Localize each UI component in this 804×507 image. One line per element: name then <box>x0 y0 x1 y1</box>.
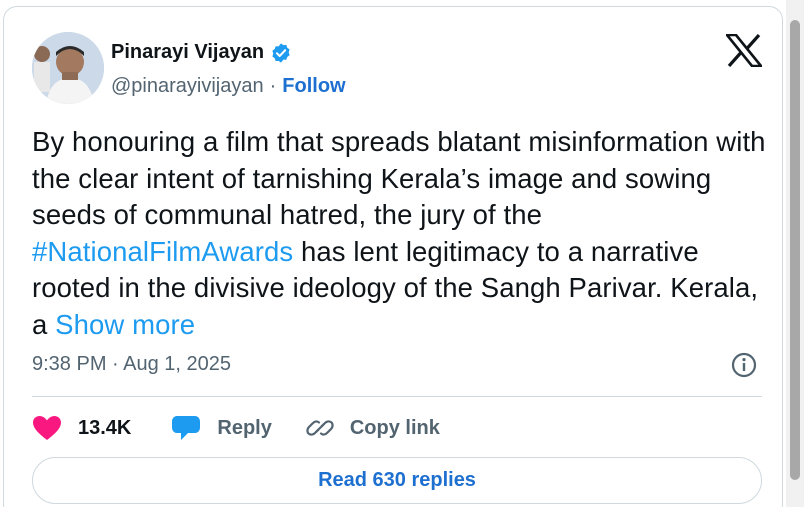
tweet-card: Pinarayi Vijayan @pinarayivijayan · Foll… <box>3 6 783 507</box>
reply-bubble-icon <box>172 416 201 440</box>
copy-link-button[interactable]: Copy link <box>306 414 440 442</box>
author-name[interactable]: Pinarayi Vijayan <box>111 41 264 64</box>
link-icon <box>306 420 334 436</box>
x-logo-icon[interactable] <box>726 34 762 67</box>
show-more-link[interactable]: Show more <box>55 309 195 340</box>
verified-badge-icon <box>272 42 290 63</box>
reply-button[interactable]: Reply <box>171 414 272 442</box>
scrollbar-thumb[interactable] <box>790 20 800 480</box>
follow-button[interactable]: Follow <box>282 75 345 98</box>
divider <box>32 396 762 397</box>
tweet-text-part1: By honouring a film that spreads blatant… <box>32 126 766 230</box>
author-handle[interactable]: @pinarayivijayan <box>111 75 264 98</box>
author-name-row: Pinarayi Vijayan <box>111 41 292 64</box>
reply-label: Reply <box>217 416 272 439</box>
avatar[interactable] <box>32 32 104 104</box>
separator-dot: · <box>269 75 277 97</box>
hashtag-link[interactable]: #NationalFilmAwards <box>32 236 293 267</box>
heart-icon <box>33 416 61 440</box>
like-button[interactable]: 13.4K <box>32 415 131 441</box>
handle-row: @pinarayivijayan · Follow <box>111 75 346 98</box>
scrollbar[interactable] <box>786 0 804 507</box>
copy-link-label: Copy link <box>349 416 440 439</box>
like-count: 13.4K <box>78 416 132 439</box>
info-icon[interactable] <box>730 351 758 379</box>
action-bar: 13.4K Reply Copy link <box>32 411 440 445</box>
read-replies-button[interactable]: Read 630 replies <box>32 457 762 504</box>
tweet-timestamp[interactable]: 9:38 PM · Aug 1, 2025 <box>32 353 231 376</box>
tweet-text: By honouring a film that spreads blatant… <box>32 124 772 343</box>
